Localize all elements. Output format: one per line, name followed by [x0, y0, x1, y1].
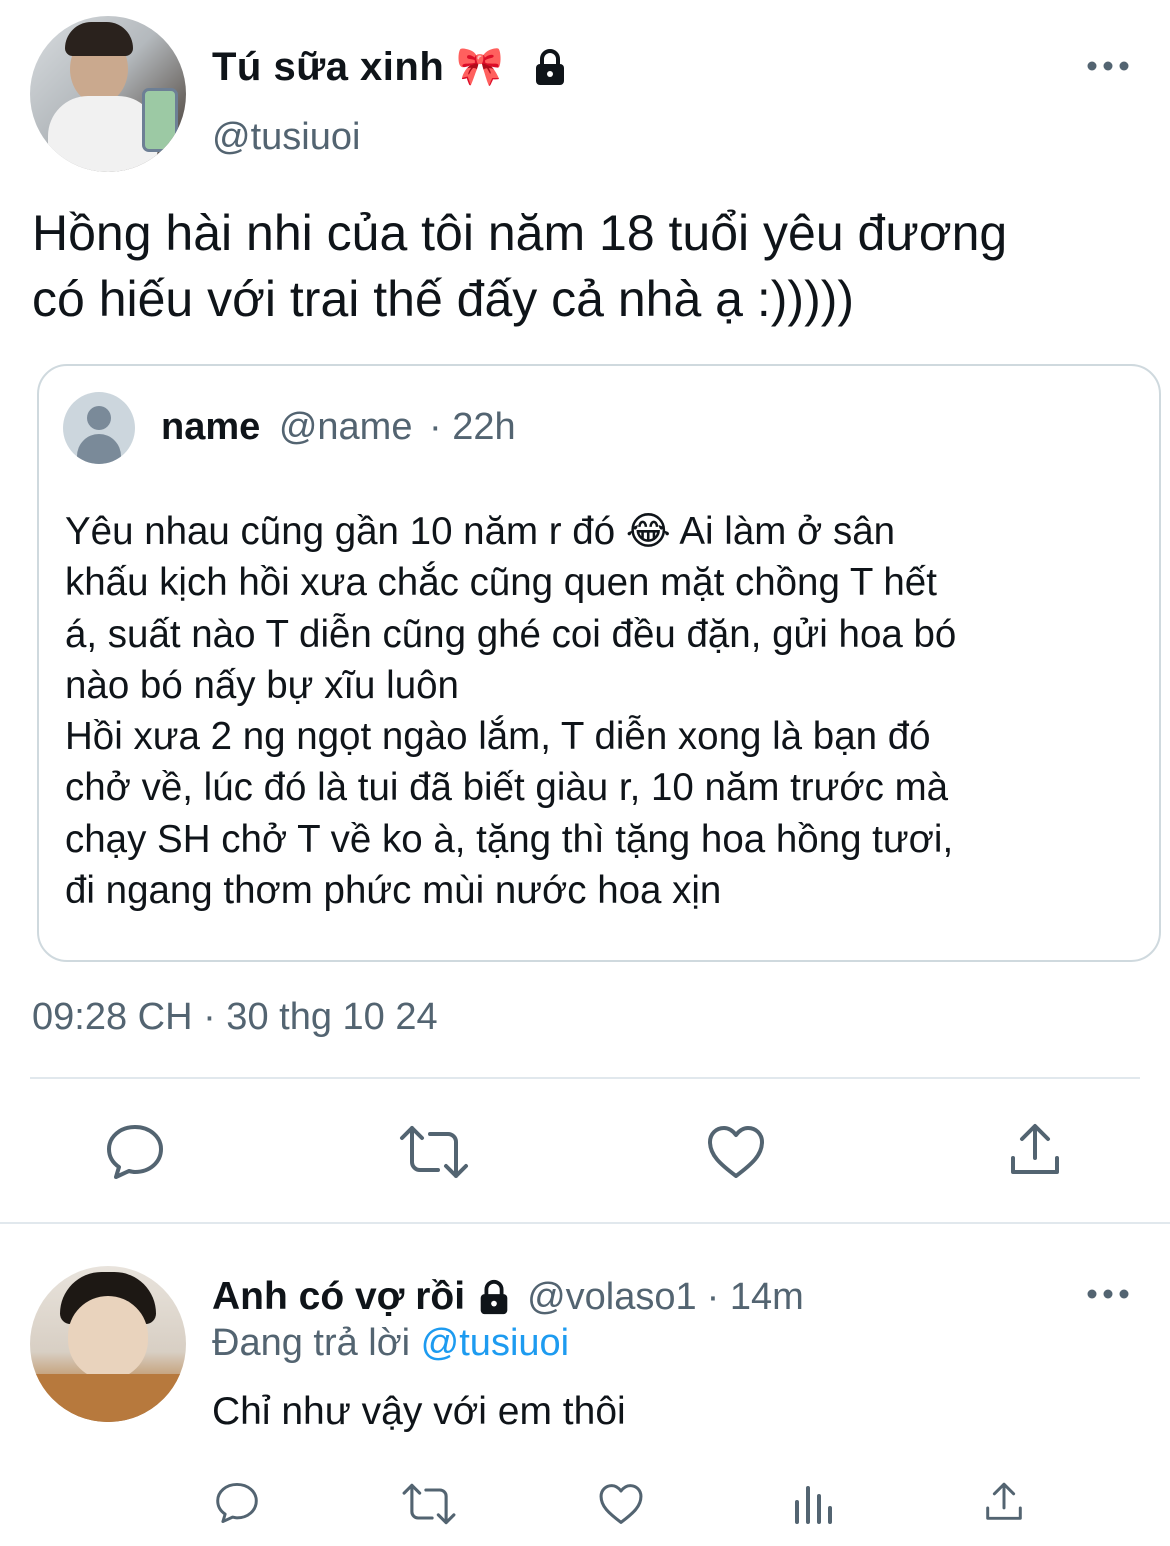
replying-to-prefix: Đang trả lời [212, 1322, 411, 1364]
reply-author-avatar[interactable] [30, 1266, 186, 1422]
reply-text: Chỉ như vậy với em thôi [212, 1390, 626, 1433]
quoted-text-line: nào bó nấy bự xĩu luôn [65, 663, 459, 707]
quoted-text-line: khấu kịch hồi xưa chắc cũng quen mặt chồ… [65, 561, 937, 605]
quoted-text-line: á, suất nào T diễn cũng ghé coi đều đặn,… [65, 612, 957, 656]
quoted-text-line: đi ngang thơm phức mùi nước hoa xịn [65, 869, 722, 913]
divider [30, 1077, 1140, 1079]
retweet-icon[interactable] [401, 1482, 457, 1526]
author-name-row[interactable]: Tú sữa xinh 🎀 [212, 42, 570, 92]
share-upload-icon[interactable] [1008, 1122, 1062, 1178]
ribbon-emoji: 🎀 [456, 46, 504, 88]
replying-to: Đang trả lời @tusiuoi [212, 1322, 569, 1365]
section-separator [0, 1222, 1170, 1224]
author-handle[interactable]: @tusiuoi [212, 116, 360, 159]
share-upload-icon[interactable] [984, 1480, 1024, 1524]
more-horizontal-icon[interactable] [1086, 1284, 1130, 1304]
reply-header[interactable]: Anh có vợ rồi @volaso1 · 14m [212, 1272, 804, 1322]
tweet-text-line: Hồng hài nhi của tôi năm 18 tuổi yêu đươ… [32, 205, 1008, 261]
quoted-text: Yêu nhau cũng gần 10 năm r đó 😂 Ai làm ở… [65, 506, 956, 916]
quoted-text-line: Hồi xưa 2 ng ngọt ngào lắm, T diễn xong … [65, 715, 931, 759]
quoted-time: · 22h [429, 406, 516, 448]
author-avatar[interactable] [30, 16, 186, 172]
lock-icon [530, 47, 570, 87]
reply-bubble-icon[interactable] [104, 1122, 166, 1182]
heart-icon[interactable] [706, 1124, 766, 1180]
lock-icon [475, 1278, 513, 1316]
tweet-text-line: có hiếu với trai thế đấy cả nhà ạ :))))) [32, 271, 855, 327]
tweet-timestamp[interactable]: 09:28 CH · 30 thg 10 24 [32, 996, 438, 1039]
reply-time: · 14m [706, 1275, 804, 1318]
reply-handle: @volaso1 [527, 1275, 697, 1318]
quoted-header: name @name · 22h [161, 406, 516, 449]
tweet-text: Hồng hài nhi của tôi năm 18 tuổi yêu đươ… [32, 200, 1007, 332]
replying-to-handle-link[interactable]: @tusiuoi [421, 1322, 569, 1364]
quoted-text-line: Yêu nhau cũng gần 10 năm r đó 😂 Ai làm ở… [65, 510, 896, 553]
more-horizontal-icon[interactable] [1086, 56, 1130, 76]
quoted-handle: @name [278, 406, 413, 448]
reply-bubble-icon[interactable] [214, 1480, 260, 1526]
reply-display-name: Anh có vợ rồi [212, 1275, 466, 1318]
heart-icon[interactable] [598, 1482, 644, 1526]
quoted-tweet-card[interactable]: name @name · 22h Yêu nhau cũng gần 10 nă… [37, 364, 1161, 962]
quoted-text-line: chở về, lúc đó là tui đã biết giàu r, 10… [65, 766, 949, 810]
quoted-text-line: chạy SH chở T về ko à, tặng thì tặng hoa… [65, 817, 954, 861]
analytics-bars-icon[interactable] [792, 1480, 834, 1524]
quoted-avatar [63, 392, 135, 464]
retweet-icon[interactable] [398, 1124, 470, 1180]
author-display-name: Tú sữa xinh [212, 44, 445, 89]
quoted-display-name: name [161, 406, 261, 448]
